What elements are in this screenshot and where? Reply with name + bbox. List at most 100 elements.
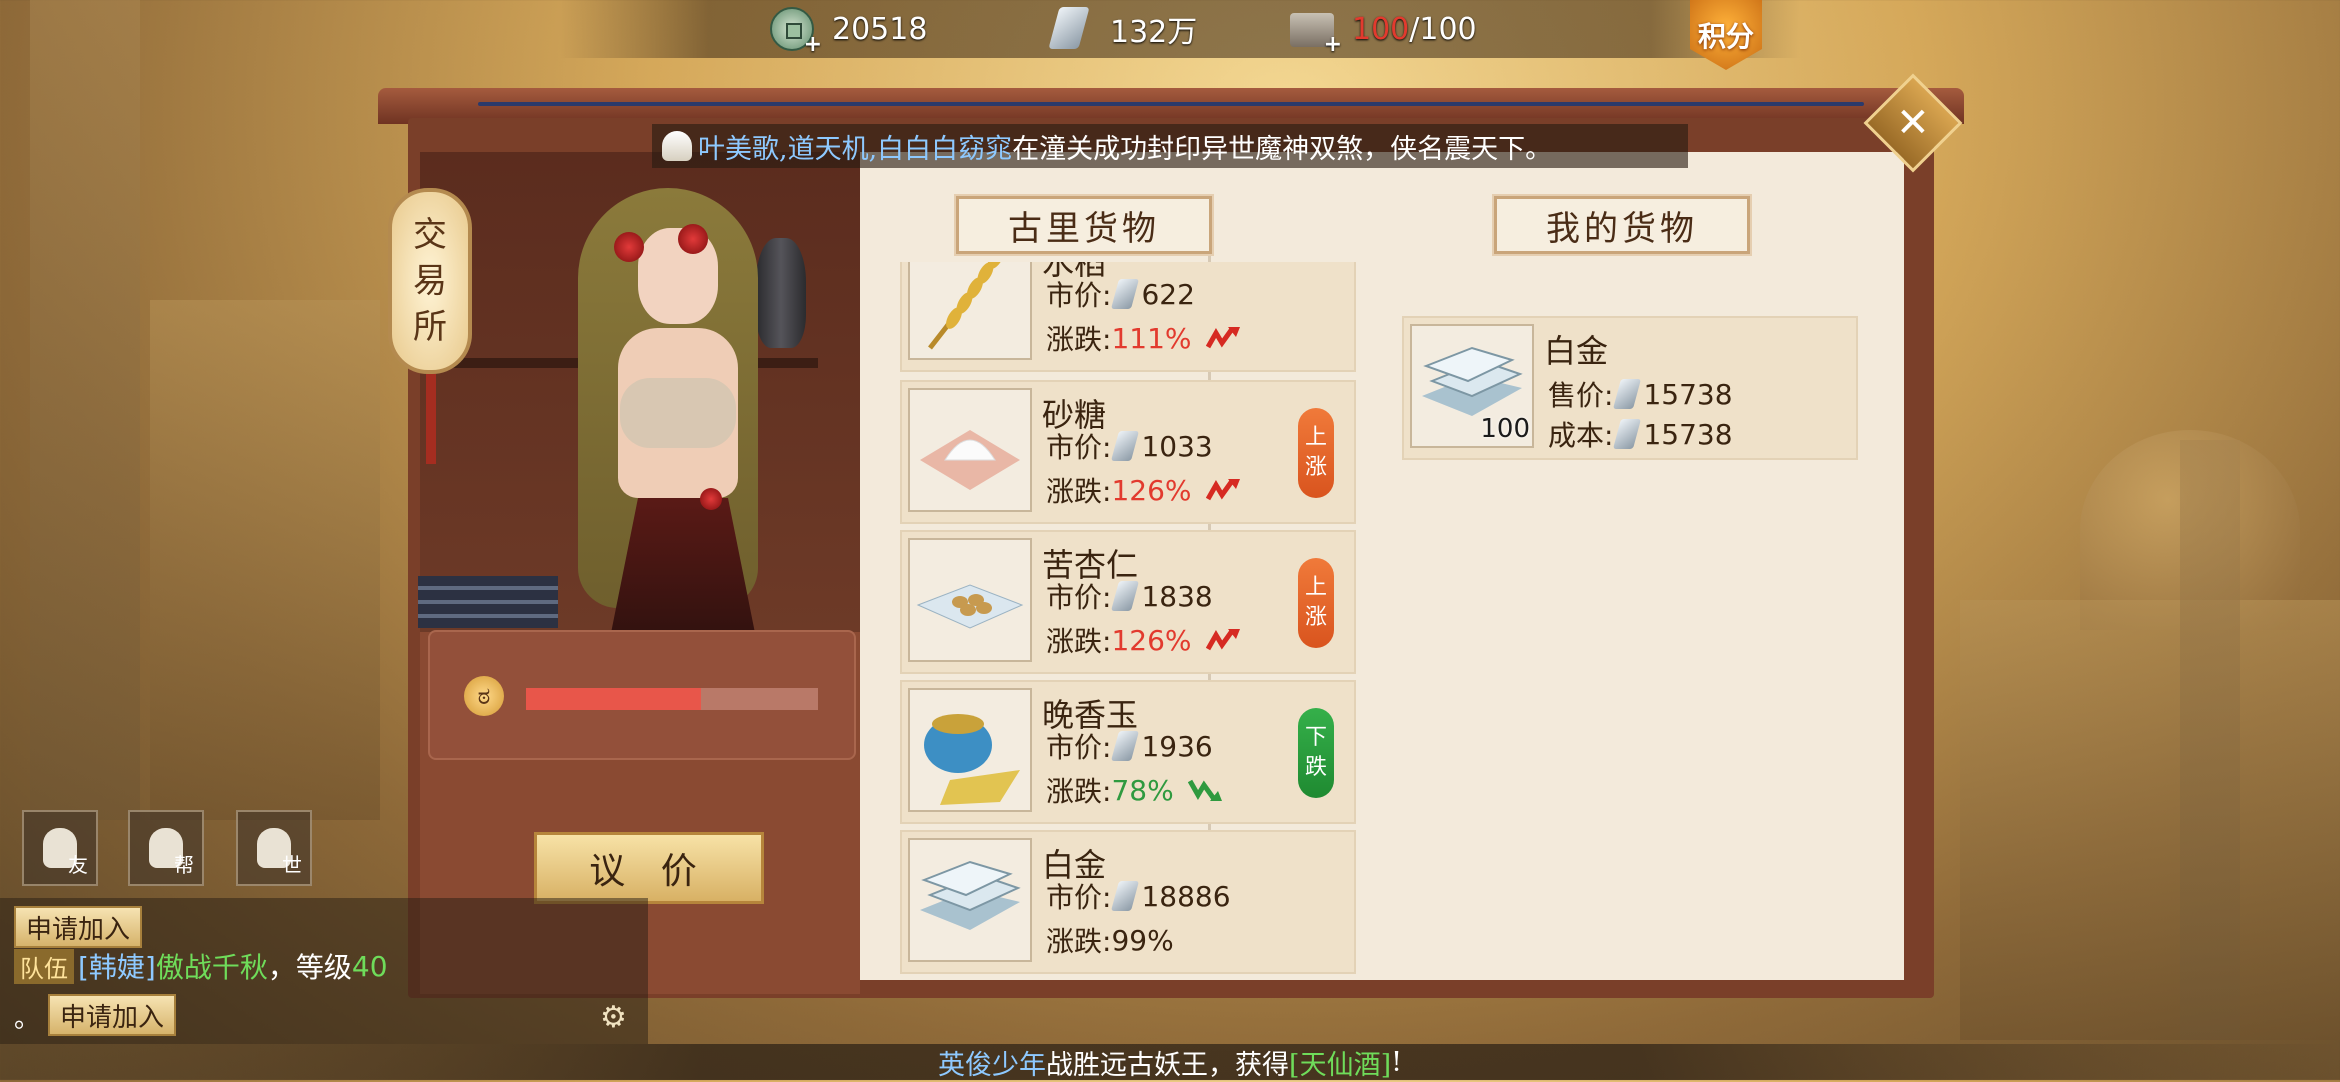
books-decoration [418,576,558,628]
goods-icon [908,538,1032,662]
goods-icon [908,838,1032,962]
price-value: 1838 [1141,579,1213,613]
announcement-names[interactable]: 叶美歌,道天机,白白白窈窕 [698,127,1012,166]
angry-face-icon: ಠ [464,676,504,716]
sign-char-3: 所 [413,307,447,347]
goods-icon [908,688,1032,812]
points-button[interactable]: 积分 [1690,0,1762,70]
trade-panel: 交 易 所 ಠ 议 价 古里货物 我的货物 水稻 市价: 622 涨跌: 111% 砂糖市… [378,73,1964,998]
join-request-button[interactable]: 申请加入 [14,906,143,948]
silver-ingot-icon [1111,881,1140,911]
copper-resource[interactable]: + 20518 [770,7,928,57]
change-value: 126% [1111,623,1192,657]
sign-char-1: 交 [413,215,447,255]
badge-char: 下 [1304,725,1327,750]
chat-highlight: 傲战千秋 [155,951,268,984]
mood-bar-fill [526,688,702,710]
background-tower-right [2180,440,2240,1040]
silver-amount: 132万 [1110,15,1198,50]
change-label: 涨跌: [1046,475,1112,508]
price-row: 市价: 18886 [1046,876,1231,916]
trend-up-icon [1205,479,1240,501]
tab-my-goods[interactable]: 我的货物 [1492,194,1752,256]
item-quantity: 100 [1480,414,1530,444]
goods-icon [908,388,1032,512]
sell-price-label: 售价: [1548,379,1614,412]
gear-icon[interactable]: ⚙ [600,1000,630,1035]
change-row: 涨跌: 99% [1046,920,1174,960]
price-label: 市价: [1046,581,1112,614]
broadcast-end: ! [1391,1046,1402,1078]
lantern-tassel [426,374,436,464]
world-tag: 世 [282,853,302,877]
close-icon: ✕ [1896,99,1930,146]
goods-item[interactable]: 水稻 市价: 622 涨跌: 111% [900,262,1356,372]
badge-char: 涨 [1304,455,1327,480]
chat-text: ，等级 [267,951,352,984]
price-value: 1033 [1141,429,1213,463]
background-building-left [150,300,380,820]
silver-ingot-icon [1111,279,1140,309]
silver-ingot-icon [1048,7,1092,51]
change-label: 涨跌: [1046,925,1112,958]
background-tower-left [30,0,140,820]
price-value: 18886 [1141,879,1231,913]
item-name: 白金 [1544,332,1609,370]
bell-icon [662,131,692,161]
badge-char: 涨 [1304,605,1327,630]
trend-up-icon [1205,629,1240,651]
trend-down-icon [1187,779,1222,801]
trend-badge: 上涨 [1298,558,1334,648]
my-goods-item[interactable]: 100 白金 售价: 15738 成本: 15738 [1402,316,1858,460]
friend-voice-button[interactable]: 友 [22,810,98,886]
sell-price-value: 15738 [1643,377,1733,411]
points-label: 积分 [1697,20,1754,53]
sign-char-2: 易 [413,261,447,301]
goods-item[interactable]: 苦杏仁 市价: 1838 涨跌: 126% 上涨 [900,530,1356,674]
chat-player[interactable]: [韩婕] [78,946,156,986]
change-row: 涨跌: 126% [1046,620,1242,660]
silver-resource: 132万 [1048,7,1198,51]
background-building-right [1960,600,2340,1040]
price-row: 市价: 622 [1046,274,1195,314]
badge-char: 跌 [1304,755,1327,780]
tab-merchant-goods[interactable]: 古里货物 [954,194,1214,256]
merchant-character[interactable] [558,188,798,648]
broadcast-item[interactable]: [天仙酒] [1289,1043,1391,1082]
resource-bar: + 20518 132万 + 100/100 [560,0,1800,58]
goods-content: 古里货物 我的货物 水稻 市价: 622 涨跌: 111% 砂糖 市价: 1033 涨跌: 126… [860,152,1904,980]
chat-panel[interactable]: 申请加入 队伍 [韩婕] 傲战千秋 ，等级 40 。 申请加入 [0,898,648,1044]
copper-amount: 20518 [832,11,928,47]
price-value: 1936 [1141,729,1213,763]
exchange-sign-lantern: 交 易 所 [388,188,472,374]
change-label: 涨跌: [1046,323,1112,356]
join-request-button-2[interactable]: 申请加入 [48,994,177,1036]
merchant-goods-list[interactable]: 水稻 市价: 622 涨跌: 111% 砂糖 市价: 1033 涨跌: 126% 上涨苦杏仁 市价: 1… [900,262,1356,976]
change-row: 涨跌: 126% [1046,470,1242,510]
broadcast-player[interactable]: 英俊少年 [938,1043,1046,1082]
world-voice-button[interactable]: 世 [236,810,312,886]
badge-char: 上 [1304,575,1327,600]
guild-tag: 帮 [174,853,194,877]
team-tag: 队伍 [14,948,74,984]
price-row: 市价: 1936 [1046,726,1213,766]
trend-badge: 上涨 [1298,408,1334,498]
price-row: 市价: 1033 [1046,426,1213,466]
capacity-current: 100 [1352,11,1410,47]
goods-item[interactable]: 砂糖 市价: 1033 涨跌: 126% 上涨 [900,380,1356,524]
cargo-box-icon: + [1290,7,1342,57]
cost-value: 15738 [1643,417,1733,451]
guild-voice-button[interactable]: 帮 [128,810,204,886]
goods-item[interactable]: 晚香玉 市价: 1936 涨跌: 78% 下跌 [900,680,1356,824]
copper-coin-icon: + [770,7,822,57]
change-value: 126% [1111,473,1192,507]
change-row: 涨跌: 78% [1046,770,1224,810]
system-broadcast: 英俊少年 战胜远古妖王，获得 [天仙酒] ! [0,1043,2340,1082]
cargo-capacity[interactable]: + 100/100 [1290,7,1477,57]
merchant-mood: ಠ [428,630,856,760]
bargain-button[interactable]: 议 价 [534,832,764,904]
price-row: 市价: 1838 [1046,576,1213,616]
price-label: 市价: [1046,731,1112,764]
goods-item[interactable]: 白金 市价: 18886 涨跌: 99% [900,830,1356,974]
price-label: 市价: [1046,431,1112,464]
